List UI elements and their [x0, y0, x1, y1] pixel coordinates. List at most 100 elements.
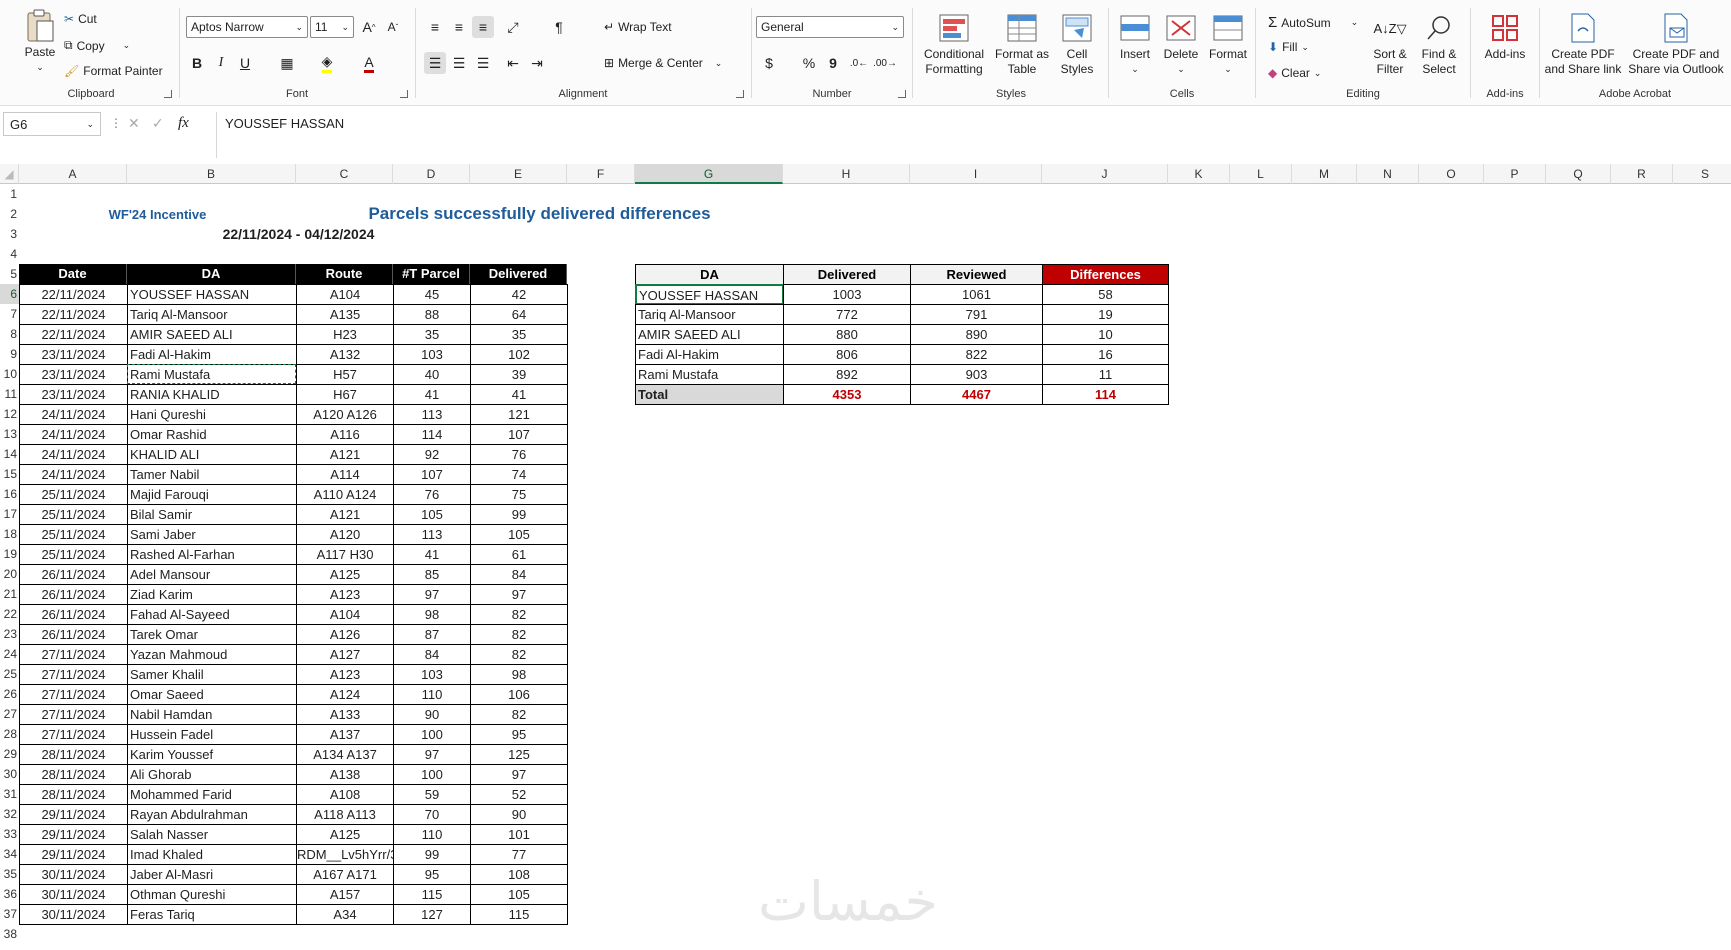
table-cell[interactable]: A121: [296, 504, 394, 525]
font-size-combo[interactable]: 11 ⌄: [310, 16, 354, 38]
summary-da-cell[interactable]: YOUSSEF HASSAN: [635, 284, 784, 305]
table-cell[interactable]: 23/11/2024: [19, 364, 128, 385]
fill-color-icon[interactable]: ◈: [316, 52, 338, 74]
align-bottom-icon[interactable]: ≡: [472, 16, 494, 38]
table-cell[interactable]: 113: [393, 404, 471, 425]
table-cell[interactable]: 106: [470, 684, 568, 705]
table-cell[interactable]: 64: [470, 304, 568, 325]
da-cell[interactable]: Feras Tariq: [127, 904, 297, 925]
row-header-9[interactable]: 9: [0, 344, 19, 364]
da-cell[interactable]: Sami Jaber: [127, 524, 297, 545]
select-all-corner[interactable]: ◢: [0, 164, 19, 184]
table-cell[interactable]: 22/11/2024: [19, 304, 128, 325]
table-cell[interactable]: 41: [393, 544, 471, 565]
table-cell[interactable]: A135: [296, 304, 394, 325]
name-box[interactable]: G6 ⌄: [3, 112, 101, 136]
column-header-k[interactable]: K: [1168, 164, 1230, 184]
row-header-34[interactable]: 34: [0, 844, 19, 864]
table-cell[interactable]: 27/11/2024: [19, 664, 128, 685]
table-cell[interactable]: 84: [393, 644, 471, 665]
da-cell[interactable]: KHALID ALI: [127, 444, 297, 465]
row-header-32[interactable]: 32: [0, 804, 19, 824]
row-header-28[interactable]: 28: [0, 724, 19, 744]
format-button[interactable]: Format ⌄: [1205, 12, 1251, 77]
table-cell[interactable]: 40: [393, 364, 471, 385]
table-cell[interactable]: 88: [393, 304, 471, 325]
number-format-combo[interactable]: General ⌄: [756, 16, 904, 38]
table-cell[interactable]: 26/11/2024: [19, 624, 128, 645]
table-cell[interactable]: 45: [393, 284, 471, 305]
table-cell[interactable]: 107: [470, 424, 568, 445]
table-cell[interactable]: 125: [470, 744, 568, 765]
conditional-formatting-button[interactable]: Conditional Formatting: [917, 12, 991, 77]
row-header-15[interactable]: 15: [0, 464, 19, 484]
table-cell[interactable]: 61: [470, 544, 568, 565]
summary-total-label[interactable]: Total: [635, 384, 784, 405]
table-cell[interactable]: A137: [296, 724, 394, 745]
column-header-b[interactable]: B: [127, 164, 296, 184]
table-cell[interactable]: 107: [393, 464, 471, 485]
table-cell[interactable]: 105: [470, 884, 568, 905]
table-cell[interactable]: A104: [296, 284, 394, 305]
table-cell[interactable]: 108: [470, 864, 568, 885]
table-cell[interactable]: 41: [470, 384, 568, 405]
summary-cell[interactable]: 19: [1042, 304, 1169, 325]
fill-button[interactable]: ⬇ Fill ⌄: [1268, 40, 1309, 54]
row-header-24[interactable]: 24: [0, 644, 19, 664]
table-cell[interactable]: 27/11/2024: [19, 684, 128, 705]
table-cell[interactable]: 25/11/2024: [19, 524, 128, 545]
column-header-s[interactable]: S: [1673, 164, 1731, 184]
table-cell[interactable]: 27/11/2024: [19, 704, 128, 725]
da-cell[interactable]: Samer Khalil: [127, 664, 297, 685]
table-cell[interactable]: 28/11/2024: [19, 764, 128, 785]
table-cell[interactable]: 85: [393, 564, 471, 585]
table-cell[interactable]: A120: [296, 524, 394, 545]
row-header-30[interactable]: 30: [0, 764, 19, 784]
row-header-13[interactable]: 13: [0, 424, 19, 444]
summary-cell[interactable]: 892: [783, 364, 911, 385]
row-header-3[interactable]: 3: [0, 224, 19, 244]
decrease-decimal-icon[interactable]: .00→: [873, 52, 897, 74]
summary-total-cell[interactable]: 4467: [910, 384, 1043, 405]
summary-da-cell[interactable]: Tariq Al-Mansoor: [635, 304, 784, 325]
table-cell[interactable]: 82: [470, 644, 568, 665]
table-cell[interactable]: H67: [296, 384, 394, 405]
align-top-icon[interactable]: ≡: [424, 16, 446, 38]
row-header-19[interactable]: 19: [0, 544, 19, 564]
table-cell[interactable]: 110: [393, 684, 471, 705]
row-header-31[interactable]: 31: [0, 784, 19, 804]
row-header-18[interactable]: 18: [0, 524, 19, 544]
table-cell[interactable]: 97: [393, 744, 471, 765]
table-cell[interactable]: 22/11/2024: [19, 284, 128, 305]
da-cell[interactable]: Karim Youssef: [127, 744, 297, 765]
table-cell[interactable]: A120 A126: [296, 404, 394, 425]
table-cell[interactable]: 77: [470, 844, 568, 865]
table-cell[interactable]: 121: [470, 404, 568, 425]
row-header-1[interactable]: 1: [0, 184, 19, 204]
table-cell[interactable]: 103: [393, 664, 471, 685]
table-cell[interactable]: 105: [470, 524, 568, 545]
table-cell[interactable]: 29/11/2024: [19, 844, 128, 865]
percent-button[interactable]: %: [798, 52, 820, 74]
summary-cell[interactable]: 903: [910, 364, 1043, 385]
row-header-12[interactable]: 12: [0, 404, 19, 424]
table-cell[interactable]: 30/11/2024: [19, 864, 128, 885]
summary-cell[interactable]: 1003: [783, 284, 911, 305]
table-cell[interactable]: 30/11/2024: [19, 884, 128, 905]
table-cell[interactable]: A104: [296, 604, 394, 625]
row-header-2[interactable]: 2: [0, 204, 19, 224]
da-cell[interactable]: Imad Khaled: [127, 844, 297, 865]
table-cell[interactable]: 35: [470, 324, 568, 345]
table-cell[interactable]: 22/11/2024: [19, 324, 128, 345]
table-cell[interactable]: A34: [296, 904, 394, 925]
table-cell[interactable]: 90: [470, 804, 568, 825]
da-cell[interactable]: Adel Mansour: [127, 564, 297, 585]
da-cell[interactable]: Omar Rashid: [127, 424, 297, 445]
table-cell[interactable]: 115: [393, 884, 471, 905]
table-cell[interactable]: 29/11/2024: [19, 824, 128, 845]
table-cell[interactable]: 75: [470, 484, 568, 505]
delete-button[interactable]: Delete ⌄: [1159, 12, 1203, 77]
table-cell[interactable]: 29/11/2024: [19, 804, 128, 825]
row-header-8[interactable]: 8: [0, 324, 19, 344]
table-cell[interactable]: A114: [296, 464, 394, 485]
